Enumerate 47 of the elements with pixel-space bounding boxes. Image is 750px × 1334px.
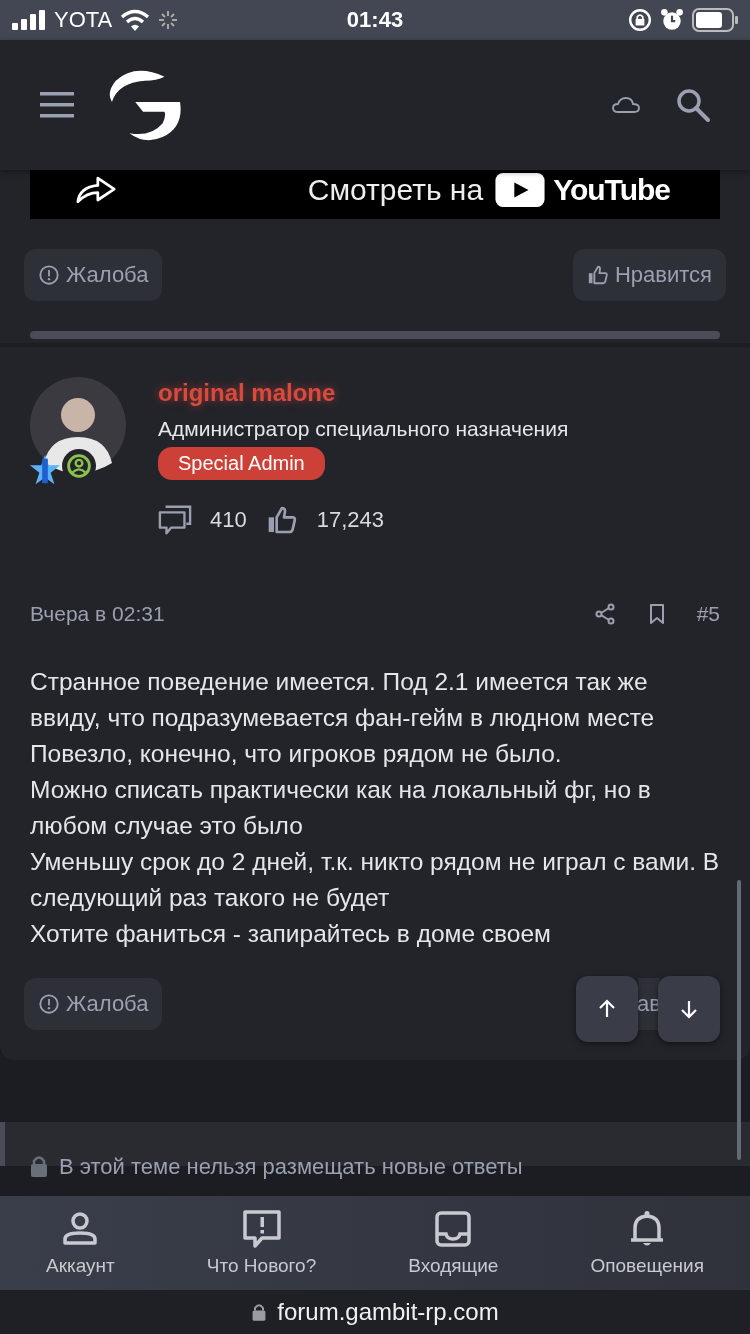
tab-bar-item[interactable]: Входящие xyxy=(408,1209,499,1277)
battery-icon xyxy=(692,8,738,32)
tab-bar-item[interactable]: Оповещения xyxy=(590,1209,704,1277)
user-badge: Special Admin xyxy=(158,447,325,480)
post-text: Можно списать практически как на локальный фг, но в любом случае это было xyxy=(30,775,652,841)
inbox-icon xyxy=(433,1209,474,1249)
username-link[interactable]: original malone xyxy=(158,379,336,407)
tab-bar-item[interactable]: Аккаунт xyxy=(46,1209,115,1277)
down-arrow-icon xyxy=(679,999,699,1019)
search-icon[interactable] xyxy=(676,88,710,122)
cloud-icon[interactable] xyxy=(612,96,640,114)
message-count: 410 xyxy=(210,507,247,533)
wifi-icon xyxy=(120,9,151,31)
watch-on-label: Смотреть на xyxy=(307,172,484,207)
tab-bar-item[interactable]: Что Нового? xyxy=(206,1209,317,1277)
share-arrow-icon[interactable] xyxy=(76,175,116,204)
alert-icon xyxy=(38,264,60,286)
up-arrow-icon xyxy=(597,999,617,1019)
like-button[interactable]: Нравится xyxy=(572,249,726,301)
post-text: Странное поведение имеется. Под 2.1 имеется так же ввиду, что подразумевается фан-гейм в людном месте xyxy=(30,667,656,733)
thumbs-up-icon xyxy=(586,264,609,286)
lock-icon xyxy=(251,1302,268,1322)
url-text: forum.gambit-rp.com xyxy=(277,1298,499,1326)
video-service-logo: YouTube xyxy=(553,172,670,207)
lock-icon xyxy=(29,1154,49,1178)
alert-icon xyxy=(38,993,60,1015)
post-text: Уменьшу срок до 2 дней, т.к. никто рядом не играл с вами. В следующий раз такого не будет xyxy=(30,847,720,913)
reaction-count: 17,243 xyxy=(316,507,384,533)
star-rank-icon xyxy=(28,453,62,487)
carrier-name: YOTA xyxy=(54,7,113,33)
signal-icon xyxy=(12,10,46,30)
post-date[interactable]: Вчера в 02:31 xyxy=(30,602,165,626)
messages-icon xyxy=(158,504,192,536)
loading-spinner-icon xyxy=(158,10,179,30)
play-icon xyxy=(495,172,546,207)
notice-text: В этой теме нельзя размещать новые ответы xyxy=(59,1154,523,1180)
rotation-lock-icon xyxy=(628,8,652,32)
report-button[interactable]: Жалоба xyxy=(24,249,163,301)
menu-icon[interactable] xyxy=(40,92,74,118)
user-title: Администратор специального назначения xyxy=(158,417,569,441)
post-text: Хотите фаниться - запирайтесь в доме своем xyxy=(30,919,552,949)
report-button[interactable]: Жалоба xyxy=(24,978,163,1030)
alarm-clock-icon xyxy=(660,8,684,32)
post-text: Повезло, конечно, что игроков рядом не было. xyxy=(30,739,563,769)
speech-bubble-icon xyxy=(241,1209,282,1249)
clock-time: 01:43 xyxy=(345,7,405,33)
post-number-link[interactable]: #5 xyxy=(696,602,720,626)
